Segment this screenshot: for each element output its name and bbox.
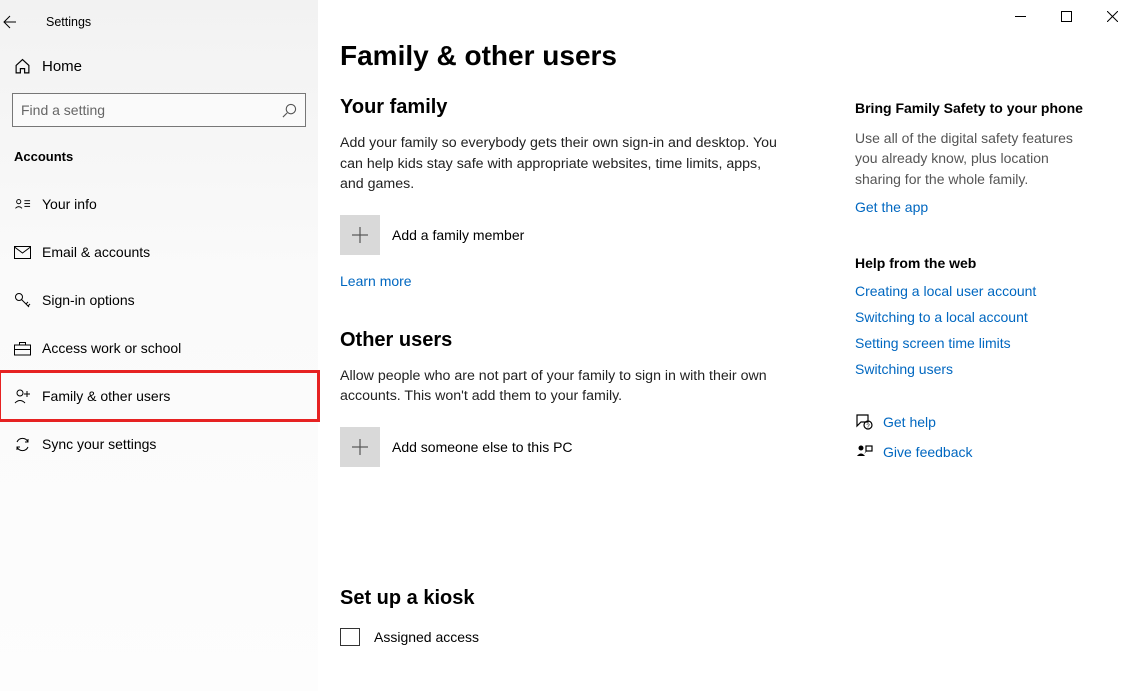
add-other-user-button[interactable]: Add someone else to this PC <box>340 427 795 467</box>
get-app-link[interactable]: Get the app <box>855 199 1095 215</box>
feedback-icon <box>855 443 883 461</box>
nav-your-info[interactable]: Your info <box>0 180 318 228</box>
home-nav[interactable]: Home <box>0 40 318 93</box>
side-panel: Bring Family Safety to your phone Use al… <box>855 40 1095 691</box>
help-web-heading: Help from the web <box>855 255 1095 271</box>
help-link-local-user[interactable]: Creating a local user account <box>855 283 1095 299</box>
person-plus-icon <box>14 388 42 405</box>
your-family-heading: Your family <box>340 96 795 119</box>
key-icon <box>14 292 42 309</box>
close-button[interactable] <box>1089 0 1135 32</box>
nav-sync-settings[interactable]: Sync your settings <box>0 420 318 468</box>
search-input[interactable] <box>21 102 282 118</box>
plus-icon <box>340 427 380 467</box>
search-icon <box>282 103 297 118</box>
nav-signin-options[interactable]: Sign-in options <box>0 276 318 324</box>
family-safety-body: Use all of the digital safety features y… <box>855 128 1095 189</box>
help-link-switch-users[interactable]: Switching users <box>855 361 1095 377</box>
add-family-member-button[interactable]: Add a family member <box>340 215 795 255</box>
nav-family-other-users[interactable]: Family & other users <box>0 372 318 420</box>
help-link-local-account[interactable]: Switching to a local account <box>855 309 1095 325</box>
main-area: Family & other users Your family Add you… <box>318 0 1135 691</box>
nav-label: Sync your settings <box>42 436 156 452</box>
person-card-icon <box>14 196 42 213</box>
other-users-body: Allow people who are not part of your fa… <box>340 366 780 407</box>
add-label: Add someone else to this PC <box>392 439 573 455</box>
back-button[interactable] <box>0 14 40 30</box>
nav-work-school[interactable]: Access work or school <box>0 324 318 372</box>
mail-icon <box>14 246 42 259</box>
window-controls <box>997 0 1135 32</box>
give-feedback-label: Give feedback <box>883 444 973 460</box>
your-family-body: Add your family so everybody gets their … <box>340 133 780 195</box>
kiosk-heading: Set up a kiosk <box>340 587 795 610</box>
sidebar: Settings Home Accounts Your info Email &… <box>0 0 318 691</box>
search-box[interactable] <box>12 93 306 127</box>
nav-label: Email & accounts <box>42 244 150 260</box>
nav-label: Family & other users <box>42 388 170 404</box>
assigned-access-row[interactable]: Assigned access <box>340 624 795 646</box>
minimize-button[interactable] <box>997 0 1043 32</box>
learn-more-link[interactable]: Learn more <box>340 273 795 289</box>
plus-icon <box>340 215 380 255</box>
nav-email-accounts[interactable]: Email & accounts <box>0 228 318 276</box>
page-title: Family & other users <box>340 40 795 72</box>
get-help-row[interactable]: ? Get help <box>855 413 1095 431</box>
checkbox-icon <box>340 628 360 646</box>
help-link-screen-time[interactable]: Setting screen time limits <box>855 335 1095 351</box>
assigned-access-label: Assigned access <box>374 629 479 645</box>
home-icon <box>12 58 40 75</box>
add-label: Add a family member <box>392 227 524 243</box>
app-title: Settings <box>40 15 91 29</box>
chat-help-icon: ? <box>855 413 883 431</box>
sync-icon <box>14 436 42 453</box>
home-label: Home <box>40 58 82 75</box>
nav-label: Your info <box>42 196 97 212</box>
briefcase-icon <box>14 341 42 356</box>
section-label: Accounts <box>0 143 318 180</box>
nav-label: Access work or school <box>42 340 181 356</box>
nav-label: Sign-in options <box>42 292 135 308</box>
give-feedback-row[interactable]: Give feedback <box>855 443 1095 461</box>
other-users-heading: Other users <box>340 329 795 352</box>
get-help-label: Get help <box>883 414 936 430</box>
family-safety-heading: Bring Family Safety to your phone <box>855 100 1095 116</box>
maximize-button[interactable] <box>1043 0 1089 32</box>
